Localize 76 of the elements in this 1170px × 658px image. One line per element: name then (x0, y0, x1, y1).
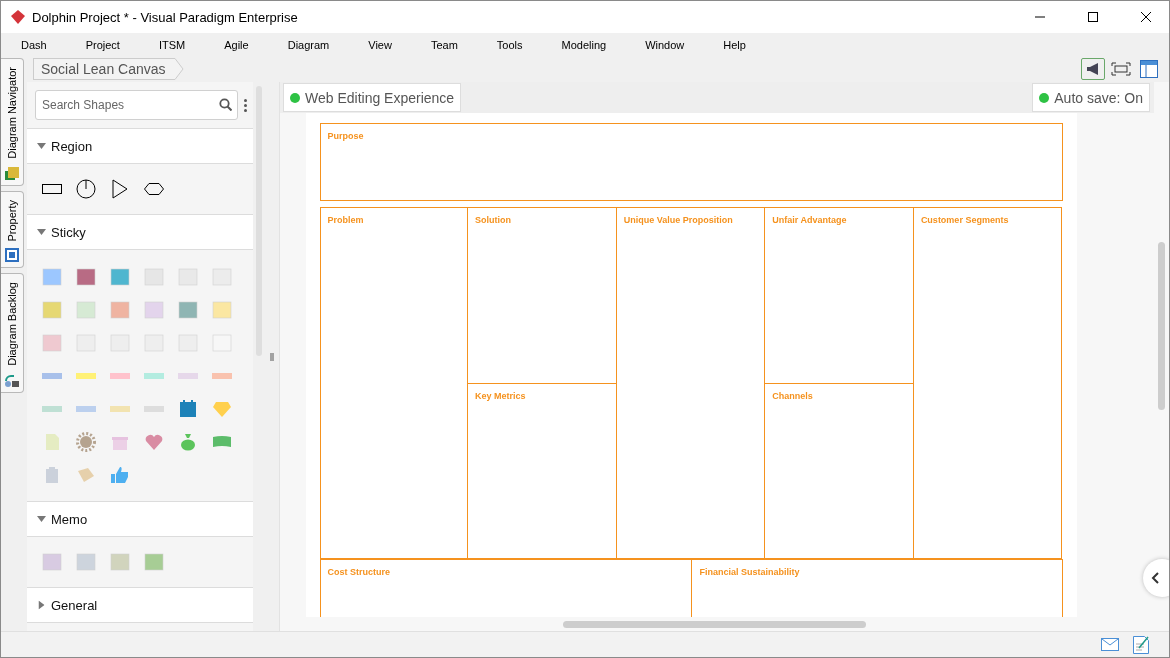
tape-icon[interactable] (212, 372, 232, 379)
caret-icon (37, 143, 46, 149)
search-icon (219, 98, 232, 111)
sticky-note-icon[interactable] (76, 267, 96, 286)
fit-to-screen-icon (1111, 62, 1131, 76)
side-tab[interactable]: Property (1, 190, 24, 269)
triangle-icon[interactable] (112, 179, 128, 199)
sticky-note-icon[interactable] (144, 553, 164, 571)
side-tab[interactable]: Diagram Backlog (1, 273, 24, 394)
side-tab[interactable]: Diagram Navigator (1, 58, 24, 186)
chip-label: Web Editing Experience (305, 89, 455, 106)
section-header[interactable]: General (27, 587, 253, 623)
section-header[interactable]: Memo (27, 501, 253, 537)
folder-stack-icon (4, 164, 20, 181)
canvas-block: Purpose (319, 123, 1063, 201)
note-icon[interactable] (1133, 635, 1149, 654)
canvas-block: Problem (319, 207, 469, 559)
properties-icon (4, 247, 20, 264)
gear-icon[interactable] (76, 431, 96, 452)
menu-item[interactable]: Modeling (547, 38, 621, 51)
more-options-icon[interactable] (244, 98, 247, 112)
caret-icon (37, 229, 46, 235)
section-header[interactable]: Region (27, 128, 253, 164)
canvas-block: Customer Segments (912, 207, 1063, 559)
menu-item[interactable]: Team (416, 38, 472, 51)
menu-item[interactable]: Tools (482, 38, 537, 51)
status-chip[interactable]: Web Editing Experience (283, 83, 462, 112)
grip-icon (270, 352, 274, 361)
circle-icon[interactable] (76, 179, 96, 199)
tape-icon[interactable] (76, 372, 96, 379)
app-logo-icon (11, 10, 25, 24)
chip-label: Auto save: On (1054, 89, 1143, 106)
backlog-icon (4, 372, 20, 389)
menu-item[interactable]: Dash (7, 38, 61, 51)
menu-item[interactable]: Help (709, 38, 760, 51)
menu-item[interactable]: Project (71, 38, 134, 51)
close-icon (1141, 12, 1151, 22)
status-chip[interactable]: Auto save: On (1032, 83, 1150, 112)
chevron-left-icon (1151, 572, 1159, 584)
money-bag-icon[interactable] (178, 431, 198, 452)
rectangle-icon[interactable] (42, 184, 62, 194)
tape-icon[interactable] (110, 405, 130, 412)
layout-icon (1140, 60, 1158, 78)
search-field[interactable]: Search Shapes (35, 90, 238, 120)
tape-icon[interactable] (144, 372, 164, 379)
calendar-icon[interactable] (178, 398, 198, 419)
menu-item[interactable]: Window (631, 38, 699, 51)
sticky-note-icon[interactable] (42, 267, 62, 286)
tape-icon[interactable] (42, 372, 62, 379)
tape-icon[interactable] (76, 405, 96, 412)
mail-icon[interactable] (1101, 638, 1119, 651)
megaphone-icon (1085, 61, 1101, 77)
sticky-note-icon[interactable] (178, 300, 198, 319)
window-title: Dolphin Project * - Visual Paradigm Enterprise (32, 9, 299, 25)
tape-icon[interactable] (42, 405, 62, 412)
menu-item[interactable]: ITSM (144, 38, 200, 51)
tape-icon[interactable] (110, 372, 130, 379)
scrollbar-thumb[interactable] (1158, 242, 1165, 410)
maximize-icon (1088, 12, 1098, 22)
caret-icon (37, 516, 46, 522)
scrollbar-thumb[interactable] (563, 620, 866, 628)
sticky-note-icon[interactable] (110, 300, 130, 319)
menu-item[interactable]: Agile (210, 38, 263, 51)
caret-icon (38, 600, 45, 610)
tape-icon[interactable] (144, 405, 164, 412)
section-header[interactable]: Sticky (27, 214, 253, 250)
menu-item[interactable]: View (354, 38, 406, 51)
layout-button[interactable] (1137, 58, 1161, 80)
sticky-note-icon[interactable] (110, 267, 130, 286)
thumbs-up-icon[interactable] (110, 464, 130, 485)
menu-item[interactable]: Diagram (273, 38, 344, 51)
hexagon-icon[interactable] (144, 183, 164, 195)
megaphone-button[interactable] (1081, 58, 1105, 80)
tape-icon[interactable] (178, 372, 198, 379)
canvas-block: Unique Value Proposition (615, 207, 766, 559)
breadcrumb-arrow-icon (173, 58, 184, 80)
